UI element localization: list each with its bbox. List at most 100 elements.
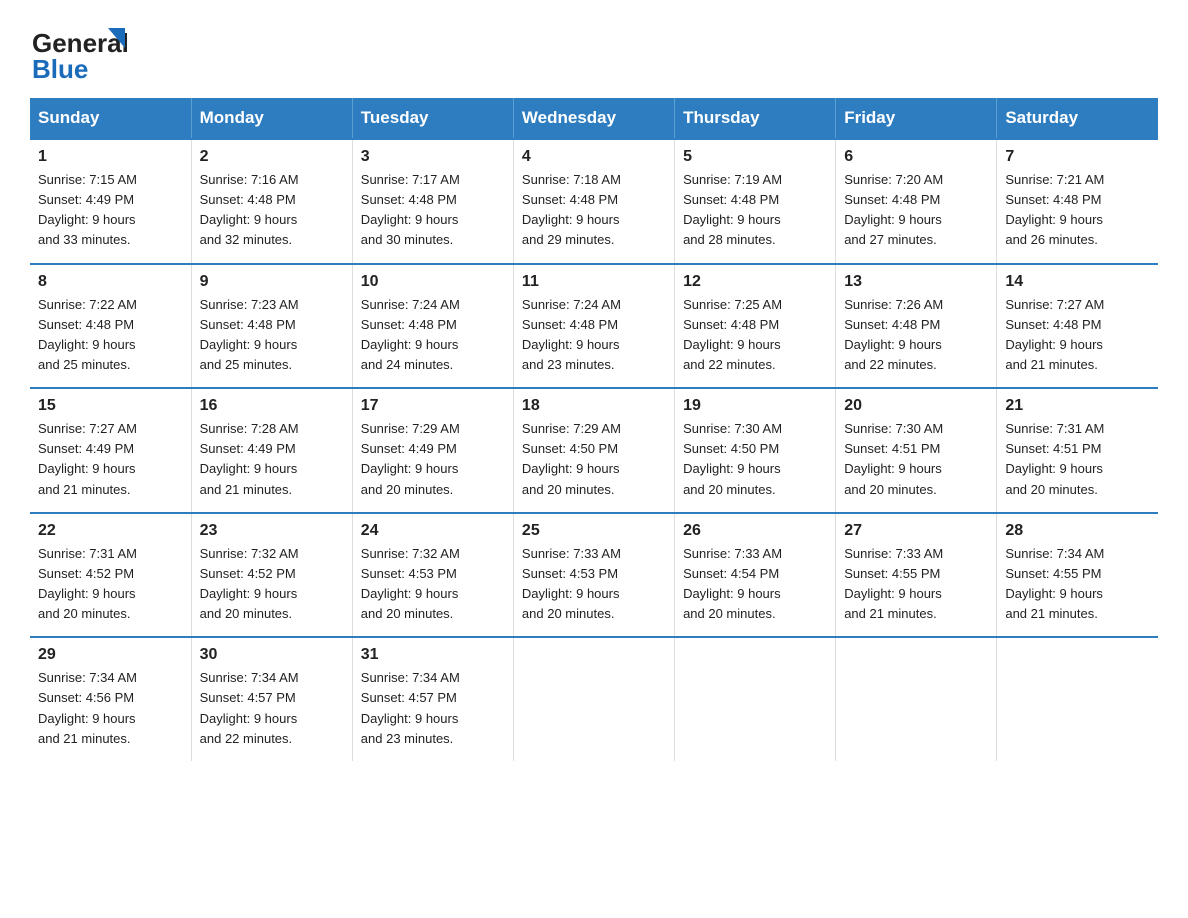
- calendar-cell: 22Sunrise: 7:31 AMSunset: 4:52 PMDayligh…: [30, 513, 191, 638]
- day-number: 8: [38, 273, 183, 291]
- day-number: 18: [522, 397, 666, 415]
- day-header-sunday: Sunday: [30, 98, 191, 139]
- day-number: 5: [683, 148, 827, 166]
- day-number: 19: [683, 397, 827, 415]
- calendar-cell: 3 Sunrise: 7:17 AMSunset: 4:48 PMDaylight…: [352, 139, 513, 264]
- day-number: 16: [200, 397, 344, 415]
- calendar-cell: 23 Sunrise: 7:32 AMSunset: 4:52 PMDayligh…: [191, 513, 352, 638]
- cell-info: Sunrise: 7:25 AMSunset: 4:48 PMDaylight:…: [683, 295, 827, 376]
- cell-info: Sunrise: 7:34 AMSunset: 4:55 PMDaylight:…: [1005, 544, 1150, 625]
- cell-info: Sunrise: 7:34 AMSunset: 4:56 PMDaylight:…: [38, 668, 183, 749]
- day-number: 4: [522, 148, 666, 166]
- calendar-cell: [836, 637, 997, 761]
- calendar-cell: 8 Sunrise: 7:22 AMSunset: 4:48 PMDaylight…: [30, 264, 191, 389]
- calendar-week-3: 15 Sunrise: 7:27 AMSunset: 4:49 PMDayligh…: [30, 388, 1158, 513]
- calendar-cell: 11 Sunrise: 7:24 AMSunset: 4:48 PMDayligh…: [513, 264, 674, 389]
- calendar-table: SundayMondayTuesdayWednesdayThursdayFrid…: [30, 98, 1158, 761]
- cell-info: Sunrise: 7:32 AMSunset: 4:53 PMDaylight:…: [361, 544, 505, 625]
- calendar-cell: 5 Sunrise: 7:19 AMSunset: 4:48 PMDaylight…: [675, 139, 836, 264]
- day-header-monday: Monday: [191, 98, 352, 139]
- day-number: 17: [361, 397, 505, 415]
- day-header-saturday: Saturday: [997, 98, 1158, 139]
- day-header-tuesday: Tuesday: [352, 98, 513, 139]
- cell-info: Sunrise: 7:30 AMSunset: 4:51 PMDaylight:…: [844, 419, 988, 500]
- calendar-cell: 16 Sunrise: 7:28 AMSunset: 4:49 PMDayligh…: [191, 388, 352, 513]
- calendar-week-4: 22Sunrise: 7:31 AMSunset: 4:52 PMDayligh…: [30, 513, 1158, 638]
- cell-info: Sunrise: 7:24 AMSunset: 4:48 PMDaylight:…: [522, 295, 666, 376]
- day-number: 15: [38, 397, 183, 415]
- calendar-cell: 25 Sunrise: 7:33 AMSunset: 4:53 PMDayligh…: [513, 513, 674, 638]
- cell-info: Sunrise: 7:33 AMSunset: 4:53 PMDaylight:…: [522, 544, 666, 625]
- day-number: 30: [200, 646, 344, 664]
- calendar-cell: 1Sunrise: 7:15 AMSunset: 4:49 PMDaylight…: [30, 139, 191, 264]
- cell-info: Sunrise: 7:20 AMSunset: 4:48 PMDaylight:…: [844, 170, 988, 251]
- calendar-cell: 15 Sunrise: 7:27 AMSunset: 4:49 PMDayligh…: [30, 388, 191, 513]
- day-number: 12: [683, 273, 827, 291]
- cell-info: Sunrise: 7:31 AMSunset: 4:51 PMDaylight:…: [1005, 419, 1150, 500]
- calendar-cell: 4 Sunrise: 7:18 AMSunset: 4:48 PMDaylight…: [513, 139, 674, 264]
- day-number: 11: [522, 273, 666, 291]
- cell-info: Sunrise: 7:23 AMSunset: 4:48 PMDaylight:…: [200, 295, 344, 376]
- calendar-week-5: 29Sunrise: 7:34 AMSunset: 4:56 PMDayligh…: [30, 637, 1158, 761]
- cell-info: Sunrise: 7:33 AMSunset: 4:54 PMDaylight:…: [683, 544, 827, 625]
- cell-info: Sunrise: 7:21 AMSunset: 4:48 PMDaylight:…: [1005, 170, 1150, 251]
- calendar-cell: 18 Sunrise: 7:29 AMSunset: 4:50 PMDayligh…: [513, 388, 674, 513]
- page-header: General Blue: [30, 20, 1158, 80]
- calendar-cell: 6Sunrise: 7:20 AMSunset: 4:48 PMDaylight…: [836, 139, 997, 264]
- day-number: 28: [1005, 522, 1150, 540]
- calendar-cell: 31Sunrise: 7:34 AMSunset: 4:57 PMDayligh…: [352, 637, 513, 761]
- day-number: 24: [361, 522, 505, 540]
- day-number: 23: [200, 522, 344, 540]
- day-number: 3: [361, 148, 505, 166]
- day-number: 7: [1005, 148, 1150, 166]
- cell-info: Sunrise: 7:16 AMSunset: 4:48 PMDaylight:…: [200, 170, 344, 251]
- day-number: 2: [200, 148, 344, 166]
- days-of-week-row: SundayMondayTuesdayWednesdayThursdayFrid…: [30, 98, 1158, 139]
- day-number: 27: [844, 522, 988, 540]
- cell-info: Sunrise: 7:17 AMSunset: 4:48 PMDaylight:…: [361, 170, 505, 251]
- calendar-cell: 27 Sunrise: 7:33 AMSunset: 4:55 PMDayligh…: [836, 513, 997, 638]
- cell-info: Sunrise: 7:22 AMSunset: 4:48 PMDaylight:…: [38, 295, 183, 376]
- cell-info: Sunrise: 7:29 AMSunset: 4:50 PMDaylight:…: [522, 419, 666, 500]
- cell-info: Sunrise: 7:24 AMSunset: 4:48 PMDaylight:…: [361, 295, 505, 376]
- logo: General Blue: [30, 20, 142, 80]
- cell-info: Sunrise: 7:26 AMSunset: 4:48 PMDaylight:…: [844, 295, 988, 376]
- calendar-cell: 17Sunrise: 7:29 AMSunset: 4:49 PMDayligh…: [352, 388, 513, 513]
- cell-info: Sunrise: 7:34 AMSunset: 4:57 PMDaylight:…: [200, 668, 344, 749]
- cell-info: Sunrise: 7:33 AMSunset: 4:55 PMDaylight:…: [844, 544, 988, 625]
- calendar-cell: 28 Sunrise: 7:34 AMSunset: 4:55 PMDayligh…: [997, 513, 1158, 638]
- cell-info: Sunrise: 7:27 AMSunset: 4:49 PMDaylight:…: [38, 419, 183, 500]
- cell-info: Sunrise: 7:27 AMSunset: 4:48 PMDaylight:…: [1005, 295, 1150, 376]
- day-number: 21: [1005, 397, 1150, 415]
- cell-info: Sunrise: 7:19 AMSunset: 4:48 PMDaylight:…: [683, 170, 827, 251]
- day-number: 25: [522, 522, 666, 540]
- calendar-cell: 2 Sunrise: 7:16 AMSunset: 4:48 PMDaylight…: [191, 139, 352, 264]
- cell-info: Sunrise: 7:28 AMSunset: 4:49 PMDaylight:…: [200, 419, 344, 500]
- day-number: 31: [361, 646, 505, 664]
- calendar-cell: 19 Sunrise: 7:30 AMSunset: 4:50 PMDayligh…: [675, 388, 836, 513]
- calendar-week-2: 8 Sunrise: 7:22 AMSunset: 4:48 PMDaylight…: [30, 264, 1158, 389]
- logo-icon: General Blue: [30, 20, 140, 80]
- calendar-cell: 14 Sunrise: 7:27 AMSunset: 4:48 PMDayligh…: [997, 264, 1158, 389]
- day-number: 14: [1005, 273, 1150, 291]
- day-number: 10: [361, 273, 505, 291]
- calendar-cell: 13Sunrise: 7:26 AMSunset: 4:48 PMDayligh…: [836, 264, 997, 389]
- calendar-cell: 21 Sunrise: 7:31 AMSunset: 4:51 PMDayligh…: [997, 388, 1158, 513]
- day-number: 26: [683, 522, 827, 540]
- day-header-friday: Friday: [836, 98, 997, 139]
- calendar-cell: 12 Sunrise: 7:25 AMSunset: 4:48 PMDayligh…: [675, 264, 836, 389]
- calendar-cell: 26 Sunrise: 7:33 AMSunset: 4:54 PMDayligh…: [675, 513, 836, 638]
- calendar-cell: 29Sunrise: 7:34 AMSunset: 4:56 PMDayligh…: [30, 637, 191, 761]
- calendar-cell: [513, 637, 674, 761]
- cell-info: Sunrise: 7:32 AMSunset: 4:52 PMDaylight:…: [200, 544, 344, 625]
- calendar-cell: 20 Sunrise: 7:30 AMSunset: 4:51 PMDayligh…: [836, 388, 997, 513]
- calendar-cell: 30 Sunrise: 7:34 AMSunset: 4:57 PMDayligh…: [191, 637, 352, 761]
- cell-info: Sunrise: 7:31 AMSunset: 4:52 PMDaylight:…: [38, 544, 183, 625]
- calendar-cell: [675, 637, 836, 761]
- calendar-week-1: 1Sunrise: 7:15 AMSunset: 4:49 PMDaylight…: [30, 139, 1158, 264]
- cell-info: Sunrise: 7:18 AMSunset: 4:48 PMDaylight:…: [522, 170, 666, 251]
- cell-info: Sunrise: 7:30 AMSunset: 4:50 PMDaylight:…: [683, 419, 827, 500]
- calendar-cell: 9Sunrise: 7:23 AMSunset: 4:48 PMDaylight…: [191, 264, 352, 389]
- day-number: 20: [844, 397, 988, 415]
- calendar-cell: 24 Sunrise: 7:32 AMSunset: 4:53 PMDayligh…: [352, 513, 513, 638]
